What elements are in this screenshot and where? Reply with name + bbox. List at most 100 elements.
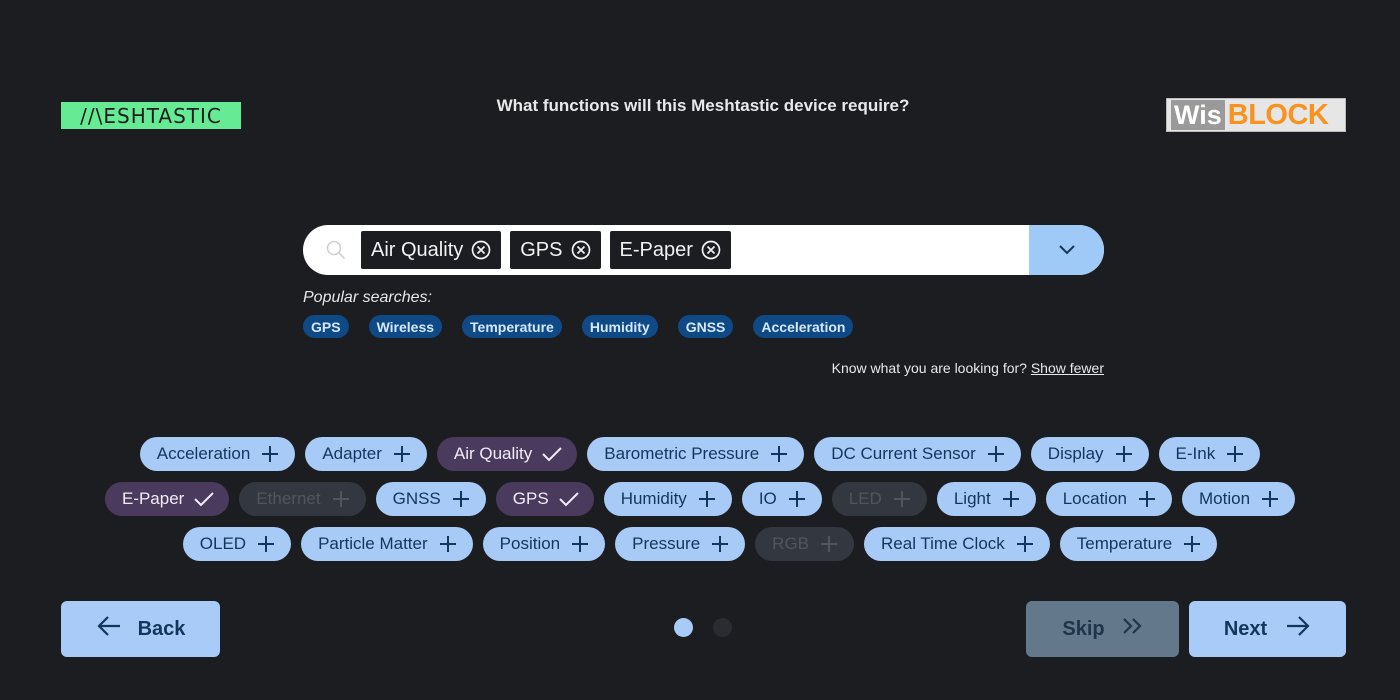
tag-label: E-Paper: [121, 489, 185, 508]
tag-light[interactable]: Light: [936, 482, 1036, 516]
chip-label: Air Quality: [371, 238, 464, 261]
check-icon: [542, 444, 563, 464]
plus-icon: [787, 489, 807, 509]
tag-label: OLED: [199, 534, 247, 553]
tag-label: GPS: [512, 489, 549, 508]
wisblock-logo-wis: Wis: [1171, 100, 1225, 130]
remove-chip-icon[interactable]: [571, 240, 591, 260]
pagination-dot-active[interactable]: [674, 618, 693, 637]
tag-label: LED: [848, 489, 882, 508]
page-title: What functions will this Meshtastic devi…: [496, 96, 910, 115]
tag-e-ink[interactable]: E-Ink: [1158, 437, 1261, 471]
tag-e-paper[interactable]: E-Paper: [104, 482, 230, 516]
popular-search-item[interactable]: GPS: [303, 315, 349, 338]
plus-icon: [819, 534, 839, 554]
popular-search-item[interactable]: Wireless: [368, 315, 443, 338]
wisblock-logo: Wis BLOCK: [1166, 98, 1346, 132]
tag-label: Adapter: [322, 444, 382, 463]
tag-gnss[interactable]: GNSS: [375, 482, 486, 516]
back-label: Back: [137, 617, 186, 640]
tag-label: Air Quality: [453, 444, 533, 463]
plus-icon: [438, 534, 458, 554]
plus-icon: [710, 534, 730, 554]
plus-icon: [1260, 489, 1280, 509]
tag-io[interactable]: IO: [741, 482, 822, 516]
plus-icon: [892, 489, 912, 509]
tag-row: Acceleration Adapter Air Quality Barometric…: [0, 437, 1400, 471]
dropdown-toggle[interactable]: [1029, 225, 1104, 275]
next-label: Next: [1223, 617, 1268, 640]
tag-location[interactable]: Location: [1045, 482, 1172, 516]
popular-search-item[interactable]: GNSS: [677, 315, 734, 338]
popular-searches: GPS Wireless Temperature Humidity GNSS A…: [303, 315, 873, 338]
remove-chip-icon[interactable]: [701, 240, 721, 260]
tag-label: Ethernet: [256, 489, 321, 508]
tag-acceleration[interactable]: Acceleration: [139, 437, 296, 471]
tag-label: Barometric Pressure: [604, 444, 760, 463]
function-search[interactable]: Air Quality GPS E-Paper: [303, 225, 1104, 275]
selected-chip[interactable]: Air Quality: [361, 231, 502, 269]
plus-icon: [451, 489, 471, 509]
tag-particle-matter[interactable]: Particle Matter: [301, 527, 473, 561]
pagination-dot[interactable]: [713, 618, 732, 637]
tag-pressure[interactable]: Pressure: [615, 527, 746, 561]
search-icon: [325, 239, 347, 261]
tag-adapter[interactable]: Adapter: [305, 437, 427, 471]
tag-row: OLED Particle Matter Position Pressure RGB Re…: [0, 527, 1400, 561]
plus-icon: [1225, 444, 1245, 464]
tag-label: IO: [758, 489, 777, 508]
plus-icon: [986, 444, 1006, 464]
tag-gps[interactable]: GPS: [495, 482, 594, 516]
tag-display[interactable]: Display: [1030, 437, 1149, 471]
tag-oled[interactable]: OLED: [182, 527, 292, 561]
tag-label: DC Current Sensor: [831, 444, 976, 463]
back-button[interactable]: Back: [61, 601, 220, 657]
plus-icon: [697, 489, 717, 509]
wisblock-logo-block: BLOCK: [1227, 98, 1329, 131]
tag-barometric-pressure[interactable]: Barometric Pressure: [587, 437, 805, 471]
tag-dc-current-sensor[interactable]: DC Current Sensor: [814, 437, 1021, 471]
arrow-left-icon: [96, 615, 122, 643]
tag-label: Humidity: [620, 489, 687, 508]
function-tags: Acceleration Adapter Air Quality Barometric…: [0, 437, 1400, 572]
skip-label: Skip: [1062, 617, 1105, 640]
tag-label: GNSS: [392, 489, 441, 508]
plus-icon: [260, 444, 280, 464]
selected-chip[interactable]: E-Paper: [609, 231, 731, 269]
chip-label: E-Paper: [619, 238, 693, 261]
tag-ethernet: Ethernet: [239, 482, 366, 516]
tag-label: Pressure: [632, 534, 701, 553]
popular-search-item[interactable]: Humidity: [581, 315, 658, 338]
popular-search-item[interactable]: Temperature: [462, 315, 562, 338]
tag-label: Motion: [1199, 489, 1251, 508]
remove-chip-icon[interactable]: [471, 240, 491, 260]
plus-icon: [1114, 444, 1134, 464]
tag-motion[interactable]: Motion: [1182, 482, 1296, 516]
tag-humidity[interactable]: Humidity: [603, 482, 732, 516]
plus-icon: [331, 489, 351, 509]
pagination: [674, 618, 752, 637]
know-hint: Know what you are looking for? Show fewe…: [832, 360, 1104, 376]
double-chevron-right-icon: [1121, 617, 1143, 641]
popular-search-item[interactable]: Acceleration: [753, 315, 854, 338]
plus-icon: [1015, 534, 1035, 554]
tag-label: Temperature: [1076, 534, 1173, 553]
skip-button[interactable]: Skip: [1026, 601, 1179, 657]
plus-icon: [570, 534, 590, 554]
show-fewer-link[interactable]: Show fewer: [1031, 360, 1104, 376]
tag-label: Acceleration: [156, 444, 251, 463]
tag-position[interactable]: Position: [482, 527, 606, 561]
tag-air-quality[interactable]: Air Quality: [436, 437, 578, 471]
plus-icon: [392, 444, 412, 464]
arrow-right-icon: [1285, 615, 1311, 643]
meshtastic-logo-text: //\ESHTASTIC: [80, 103, 222, 128]
tag-real-time-clock[interactable]: Real Time Clock: [864, 527, 1050, 561]
tag-label: Display: [1047, 444, 1104, 463]
know-hint-text: Know what you are looking for?: [831, 360, 1027, 376]
next-button[interactable]: Next: [1189, 601, 1346, 657]
check-icon: [194, 489, 215, 509]
tag-label: Real Time Clock: [881, 534, 1005, 553]
selected-chip[interactable]: GPS: [510, 231, 601, 269]
tag-row: E-Paper Ethernet GNSS GPS Humidity IO LED Light…: [0, 482, 1400, 516]
tag-temperature[interactable]: Temperature: [1059, 527, 1218, 561]
